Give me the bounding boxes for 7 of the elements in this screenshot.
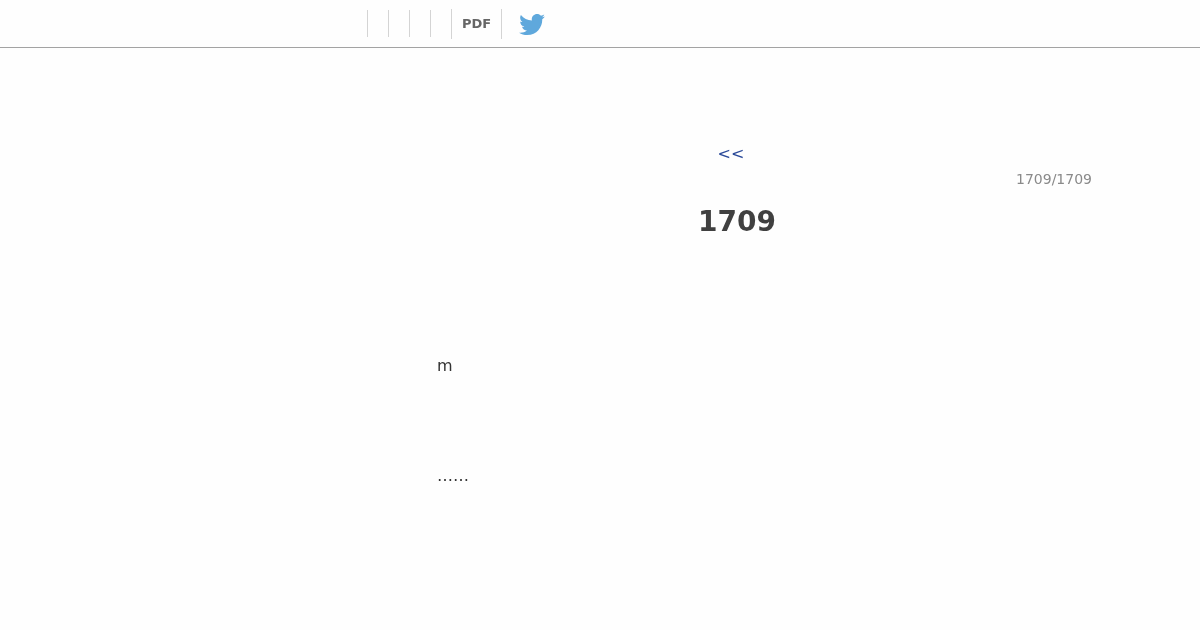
chapter-title: 1709 (697, 205, 777, 239)
paragraph-text: m (436, 356, 454, 376)
bird-icon[interactable] (519, 14, 546, 35)
paragraph-text: …… (436, 466, 470, 486)
page-counter: 1709/1709 (1016, 170, 1092, 188)
pdf-link[interactable]: PDF (451, 8, 503, 39)
back-link[interactable]: << (717, 144, 745, 164)
